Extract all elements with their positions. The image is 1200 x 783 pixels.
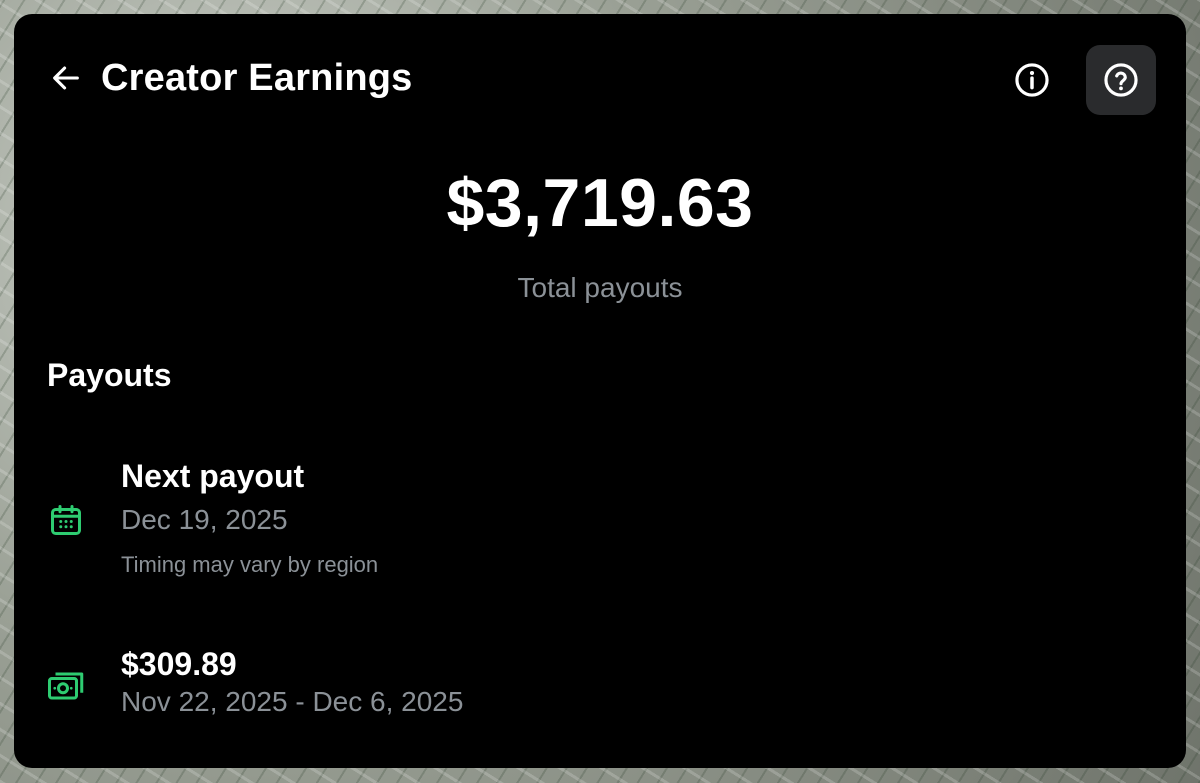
next-payout-date: Dec 19, 2025	[121, 504, 288, 535]
help-button[interactable]	[1086, 45, 1156, 115]
next-payout-title: Next payout	[121, 458, 305, 494]
back-button[interactable]	[46, 58, 86, 98]
question-circle-icon	[1104, 63, 1138, 97]
payout-period: Nov 22, 2025 - Dec 6, 2025	[121, 686, 464, 717]
arrow-left-icon	[53, 66, 79, 90]
next-payout-note: Timing may vary by region	[121, 552, 379, 577]
info-button[interactable]	[1010, 58, 1054, 102]
total-payouts-amount: $3,719.63	[446, 165, 754, 241]
cash-icon	[46, 666, 86, 706]
page-title: Creator Earnings	[101, 57, 413, 99]
total-payouts-label: Total payouts	[517, 272, 683, 303]
info-circle-icon	[1015, 63, 1049, 97]
payouts-heading: Payouts	[47, 357, 172, 393]
calendar-icon	[46, 500, 86, 540]
payout-amount: $309.89	[121, 646, 237, 682]
creator-earnings-panel: Creator Earnings $3,719.63 Total payouts…	[14, 14, 1186, 768]
